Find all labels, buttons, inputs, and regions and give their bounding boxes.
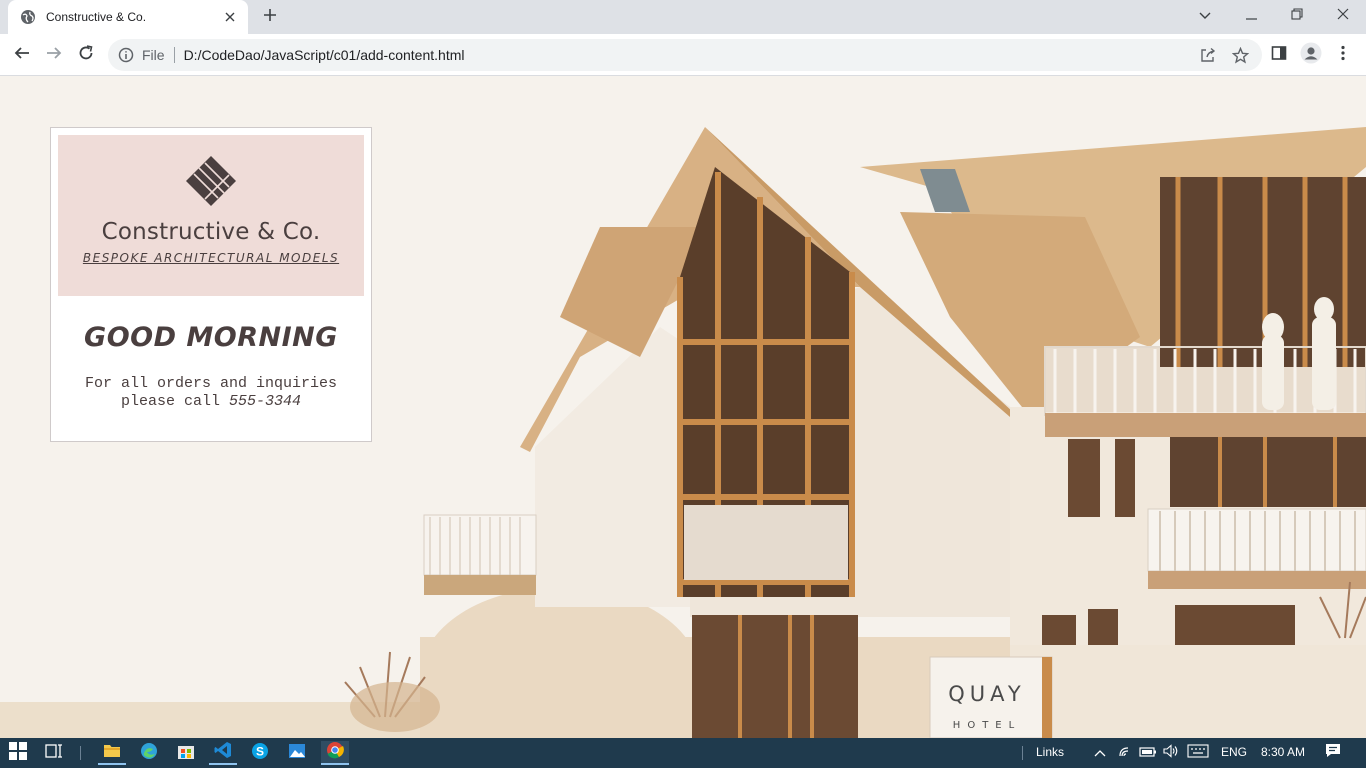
- reload-icon: [78, 44, 94, 66]
- chevron-up-icon: [1094, 744, 1106, 762]
- restore-icon: [1291, 7, 1303, 25]
- chrome-button[interactable]: [321, 741, 349, 765]
- diamond-logo-icon: [185, 155, 237, 207]
- tab-search-button[interactable]: [1182, 0, 1228, 32]
- forward-button[interactable]: [40, 41, 68, 69]
- photos-icon: [288, 743, 306, 764]
- url-text[interactable]: D:/CodeDao/JavaScript/c01/add-content.ht…: [184, 47, 465, 63]
- photos-button[interactable]: [283, 741, 311, 765]
- minimize-button[interactable]: [1228, 0, 1274, 32]
- task-view-icon: [45, 743, 63, 764]
- contact-text: For all orders and inquiries please call…: [58, 375, 364, 411]
- browser-toolbar: File D:/CodeDao/JavaScript/c01/add-conte…: [0, 34, 1366, 76]
- page-viewport: QUAY HOTEL Constructive & Co. BESPOKE AR…: [0, 77, 1366, 738]
- chevron-down-icon: [1199, 7, 1211, 25]
- skype-icon: S: [251, 742, 269, 765]
- hero-sign-subtitle: HOTEL: [952, 720, 1022, 731]
- contact-line-2: please call 555-3344: [58, 393, 364, 411]
- greeting-heading: GOOD MORNING: [84, 322, 338, 353]
- side-panel-icon: [1271, 45, 1287, 66]
- back-button[interactable]: [8, 41, 36, 69]
- plus-icon: [263, 8, 277, 27]
- battery-icon: [1139, 744, 1157, 762]
- wifi-icon: [1118, 744, 1134, 763]
- windows-taskbar: S Links ENG 8:30 AM: [0, 738, 1366, 768]
- url-scheme: File: [142, 47, 165, 63]
- show-hidden-icons-button[interactable]: [1086, 741, 1114, 765]
- hero-sign-title: QUAY: [948, 682, 1026, 706]
- chrome-icon: [326, 741, 344, 764]
- keyboard-icon: [1187, 743, 1209, 763]
- edge-button[interactable]: [135, 741, 163, 765]
- input-language[interactable]: ENG: [1221, 745, 1247, 759]
- phone-number: 555-3344: [229, 393, 302, 410]
- volume-icon: [1163, 743, 1179, 763]
- profile-icon: [1300, 42, 1322, 69]
- taskbar-links-divider: [1022, 746, 1023, 760]
- contact-line-1: For all orders and inquiries: [84, 375, 338, 392]
- store-button[interactable]: [172, 741, 200, 765]
- star-icon[interactable]: [1230, 45, 1250, 65]
- kebab-menu-icon: [1341, 45, 1345, 66]
- share-icon[interactable]: [1198, 45, 1218, 65]
- address-bar[interactable]: File D:/CodeDao/JavaScript/c01/add-conte…: [108, 39, 1262, 71]
- close-icon: [1337, 7, 1349, 25]
- url-separator: [173, 47, 175, 63]
- forward-arrow-icon: [46, 45, 62, 66]
- tab-strip: Constructive & Co.: [0, 0, 1366, 34]
- side-panel-button[interactable]: [1268, 44, 1290, 66]
- browser-tab[interactable]: Constructive & Co.: [8, 0, 248, 34]
- clock[interactable]: 8:30 AM: [1261, 745, 1305, 759]
- restore-button[interactable]: [1274, 0, 1320, 32]
- skype-button[interactable]: S: [246, 741, 274, 765]
- minimize-icon: [1245, 7, 1257, 25]
- menu-button[interactable]: [1332, 44, 1354, 66]
- action-center-button[interactable]: [1319, 741, 1347, 765]
- vscode-icon: [214, 741, 232, 764]
- notification-icon: [1325, 743, 1341, 763]
- tab-title: Constructive & Co.: [46, 10, 147, 24]
- profile-button[interactable]: [1300, 42, 1322, 69]
- svg-text:S: S: [256, 744, 264, 758]
- info-icon[interactable]: [118, 47, 134, 63]
- file-explorer-button[interactable]: [98, 741, 126, 765]
- brand-name: Constructive & Co.: [101, 219, 321, 245]
- volume-button[interactable]: [1157, 741, 1185, 765]
- store-icon: [177, 742, 195, 765]
- windows-start-icon: [9, 741, 27, 765]
- globe-icon: [20, 9, 36, 25]
- new-tab-button[interactable]: [258, 6, 282, 28]
- taskbar-divider: [80, 746, 81, 760]
- contact-prefix: please call: [120, 393, 229, 410]
- business-card: Constructive & Co. BESPOKE ARCHITECTURAL…: [50, 127, 372, 442]
- tagline: BESPOKE ARCHITECTURAL MODELS: [82, 251, 340, 265]
- edge-icon: [140, 742, 158, 765]
- task-view-button[interactable]: [40, 741, 68, 765]
- file-explorer-icon: [103, 742, 121, 763]
- back-arrow-icon: [14, 45, 30, 66]
- links-toolbar[interactable]: Links: [1036, 745, 1064, 759]
- close-icon[interactable]: [222, 9, 238, 25]
- close-window-button[interactable]: [1320, 0, 1366, 32]
- touch-keyboard-button[interactable]: [1184, 741, 1212, 765]
- card-header: Constructive & Co. BESPOKE ARCHITECTURAL…: [58, 135, 364, 296]
- start-button[interactable]: [4, 741, 32, 765]
- vscode-button[interactable]: [209, 741, 237, 765]
- reload-button[interactable]: [72, 41, 100, 69]
